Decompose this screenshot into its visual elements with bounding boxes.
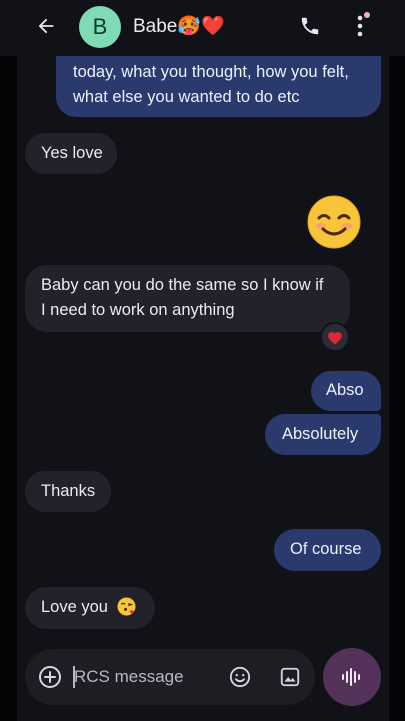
message-text: I need to work on anything	[41, 301, 235, 319]
avatar-letter: B	[92, 14, 108, 39]
emoji-icon	[229, 666, 251, 688]
add-circle-icon	[39, 666, 61, 688]
message-bubble-incoming[interactable]: Baby can you do the same so I know if I …	[25, 265, 350, 332]
gallery-button[interactable]	[278, 665, 302, 689]
gallery-icon	[280, 667, 300, 687]
contact-name[interactable]: Babe🥵❤️	[133, 14, 225, 38]
message-text: today, what you thought, how you felt,	[73, 63, 349, 81]
notification-dot	[364, 12, 370, 18]
message-bubble-incoming[interactable]: Yes love	[25, 133, 117, 174]
heart-icon	[328, 331, 342, 344]
message-text: Absolutely	[282, 425, 359, 443]
message-bubble-incoming[interactable]: Love you	[25, 587, 155, 629]
message-text: Thanks	[41, 482, 96, 500]
message-bubble-outgoing[interactable]: today, what you thought, how you felt, w…	[56, 56, 381, 117]
message-bubble-outgoing[interactable]: Absolutely	[265, 414, 381, 455]
avatar[interactable]: B	[79, 6, 121, 48]
back-button[interactable]	[32, 12, 60, 40]
more-vert-icon	[357, 15, 363, 37]
call-button[interactable]	[296, 12, 324, 40]
message-text: Abso	[326, 381, 364, 399]
voice-message-button[interactable]	[323, 648, 381, 706]
conversation-header: B Babe🥵❤️	[0, 0, 405, 56]
message-input[interactable]	[74, 662, 214, 692]
message-bubble-outgoing[interactable]: Of course	[274, 529, 381, 571]
message-text: Love you	[41, 598, 108, 616]
left-border	[0, 0, 17, 721]
kiss-emoji	[117, 597, 136, 624]
message-text: what else you wanted to do etc	[73, 88, 300, 106]
message-emoji-outgoing[interactable]	[307, 195, 361, 249]
face-blowing-kiss-icon	[117, 597, 136, 616]
message-bubble-incoming[interactable]: Thanks	[25, 471, 111, 512]
right-border	[389, 0, 405, 721]
message-bubble-outgoing[interactable]: Abso	[311, 371, 381, 411]
message-text: Baby can you do the same so I know if	[41, 276, 324, 294]
add-attachment-button[interactable]	[37, 664, 63, 690]
message-text: Yes love	[41, 144, 103, 162]
voice-waveform-icon	[342, 668, 360, 686]
smiling-face-icon	[307, 195, 361, 249]
emoji-button[interactable]	[228, 665, 252, 689]
phone-icon	[301, 17, 319, 35]
message-text: Of course	[290, 540, 362, 558]
reaction-badge[interactable]	[320, 322, 350, 352]
back-arrow-icon	[38, 18, 54, 34]
